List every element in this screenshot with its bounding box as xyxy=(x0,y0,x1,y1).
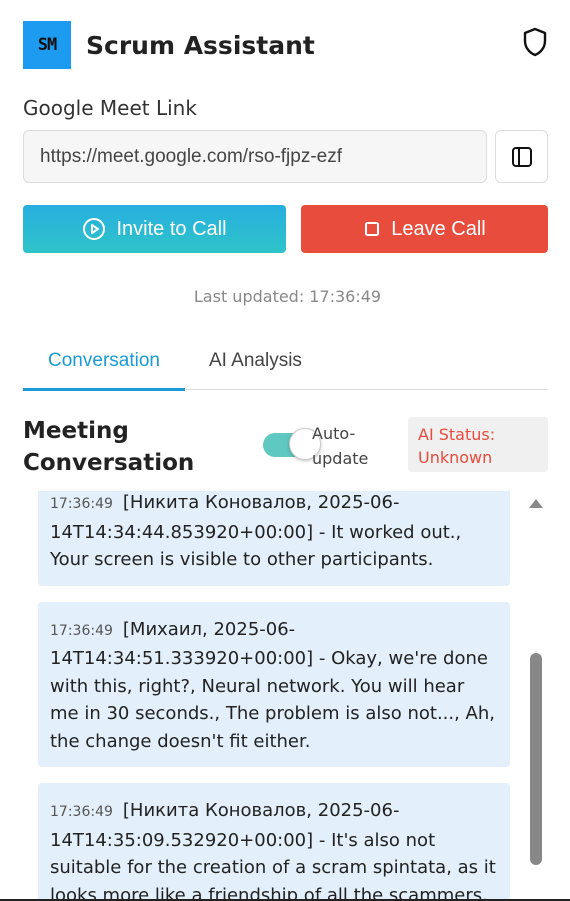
leave-call-button[interactable]: Leave Call xyxy=(301,205,548,253)
message-item: 17:36:49 [Никита Коновалов, 2025-06-14T14… xyxy=(38,783,510,901)
message-list: 17:36:49 [Никита Коновалов, 2025-06-14T14… xyxy=(38,491,510,901)
meet-link-label: Google Meet Link xyxy=(23,96,197,120)
message-text: [Никита Коновалов, 2025-06-14T14:35:09.5… xyxy=(50,800,496,901)
conversation-panel[interactable]: 17:36:49 [Никита Коновалов, 2025-06-14T14… xyxy=(23,491,548,901)
ai-status-badge: AI Status: Unknown xyxy=(408,417,548,472)
invite-label: Invite to Call xyxy=(116,217,227,240)
conversation-title: Meeting Conversation xyxy=(23,418,195,476)
app-logo: SM xyxy=(23,21,71,69)
invite-to-call-button[interactable]: Invite to Call xyxy=(23,205,286,253)
message-time: 17:36:49 xyxy=(50,804,113,820)
scrollbar-thumb[interactable] xyxy=(530,653,542,865)
tab-bar: Conversation AI Analysis xyxy=(23,340,548,391)
scroll-up-arrow-icon[interactable] xyxy=(529,499,543,508)
sidebar-toggle-button[interactable] xyxy=(495,130,548,183)
app-logo-text: SM xyxy=(37,35,58,55)
tab-ai-analysis[interactable]: AI Analysis xyxy=(209,350,302,372)
last-updated: Last updated: 17:36:49 xyxy=(0,287,570,306)
message-text: [Михаил, 2025-06-14T14:34:51.333920+00:0… xyxy=(50,618,495,752)
meet-link-input[interactable] xyxy=(23,130,487,183)
app-header: SM Scrum Assistant xyxy=(23,21,548,69)
stop-square-icon xyxy=(365,222,380,236)
message-item: 17:36:49 [Михаил, 2025-06-14T14:34:51.333… xyxy=(38,601,510,767)
play-circle-icon xyxy=(83,218,106,240)
message-time: 17:36:49 xyxy=(50,622,113,639)
active-tab-indicator xyxy=(23,388,185,391)
auto-update-label: Auto-update xyxy=(312,424,369,468)
last-updated-time: 17:36:49 xyxy=(309,287,382,306)
auto-update-toggle[interactable] xyxy=(263,428,321,460)
message-time: 17:36:49 xyxy=(50,496,113,512)
shield-icon[interactable] xyxy=(522,27,548,57)
last-updated-label: Last updated: xyxy=(193,287,305,306)
app-title: Scrum Assistant xyxy=(86,31,315,60)
message-item: 17:36:49 [Никита Коновалов, 2025-06-14T14… xyxy=(38,491,510,586)
tab-conversation[interactable]: Conversation xyxy=(23,350,185,372)
leave-label: Leave Call xyxy=(391,217,486,240)
sidebar-panel-icon xyxy=(511,146,532,167)
